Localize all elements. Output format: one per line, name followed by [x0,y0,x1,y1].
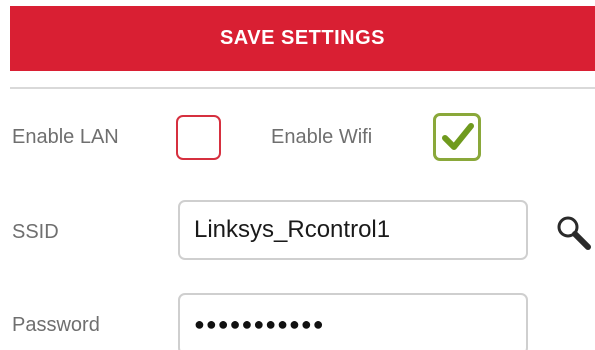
ssid-label: SSID [12,221,59,243]
header-divider [10,87,595,89]
save-settings-label: SAVE SETTINGS [219,27,386,49]
ssid-value: Linksys_Rcontrol1 [194,216,391,243]
magnifier-icon [557,216,591,250]
password-label: Password [12,314,100,336]
settings-page: SAVE SETTINGS Enable LAN Enable Wifi SSI… [0,0,595,350]
enable-lan-checkbox[interactable] [176,115,221,160]
search-network-button[interactable] [555,214,593,252]
enable-wifi-checkbox[interactable] [433,113,481,161]
checkmark-icon [442,123,474,150]
password-value: ●●●●●●●●●●● [194,313,325,334]
enable-wifi-label: Enable Wifi [271,126,373,148]
ssid-input[interactable]: Linksys_Rcontrol1 [178,200,528,260]
enable-lan-label: Enable LAN [12,126,119,148]
save-settings-button[interactable]: SAVE SETTINGS [10,6,595,71]
password-input[interactable]: ●●●●●●●●●●● [178,293,528,350]
